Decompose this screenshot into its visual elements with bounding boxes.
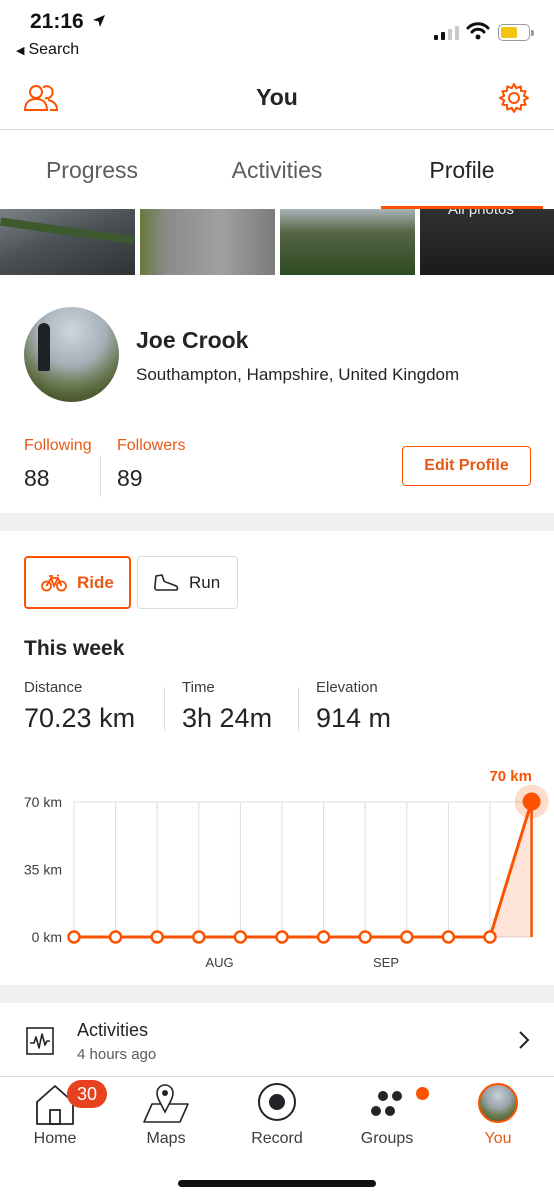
chart-point [441, 930, 456, 944]
all-photos-label: All photos [448, 209, 514, 218]
edit-profile-button[interactable]: Edit Profile [402, 446, 531, 486]
tab-activities[interactable]: Activities [196, 131, 358, 209]
tab-record[interactable]: Record [222, 1078, 332, 1158]
photo-thumbnail[interactable] [280, 209, 415, 275]
status-bar: 21:16 ◀ Search [0, 0, 554, 66]
chart-point [483, 930, 497, 944]
weekly-distance-chart[interactable]: 0 km 35 km 70 km AUG SEP 70 km [0, 761, 554, 985]
elevation-value: 914 m [316, 703, 392, 733]
avatar [478, 1083, 518, 1123]
chart-point [108, 930, 123, 944]
chart-current-value-label: 70 km [489, 768, 532, 785]
followers-count[interactable]: 89 [117, 465, 143, 492]
bottom-tab-bar: 30 Home Maps Record Groups You [0, 1078, 554, 1170]
chart-y-tick-label: 70 km [24, 794, 62, 810]
chart-y-tick-label: 35 km [24, 862, 62, 878]
followers-label[interactable]: Followers [117, 437, 185, 455]
stat-divider [100, 455, 101, 497]
notification-badge: 30 [67, 1080, 107, 1108]
following-count[interactable]: 88 [24, 465, 50, 492]
following-label[interactable]: Following [24, 437, 92, 455]
groups-notification-dot [416, 1087, 429, 1100]
distance-value: 70.23 km [24, 703, 136, 733]
all-photos-tile[interactable]: All photos [420, 209, 554, 275]
status-time: 21:16 [30, 10, 84, 33]
tab-profile-label: Profile [429, 157, 495, 183]
tab-profile[interactable]: Profile [381, 131, 543, 209]
section-divider [0, 513, 554, 531]
chart-current-point [522, 792, 541, 811]
cellular-signal-icon [434, 26, 459, 40]
tab-maps-label: Maps [146, 1130, 186, 1147]
tab-record-label: Record [251, 1130, 303, 1147]
chart-x-tick-label: SEP [373, 955, 399, 970]
chart-point [275, 930, 289, 944]
run-toggle-button[interactable]: Run [137, 556, 238, 609]
tab-activities-label: Activities [231, 157, 323, 183]
back-triangle-icon: ◀ [16, 44, 25, 57]
profile-section: Joe Crook Southampton, Hampshire, United… [0, 275, 554, 513]
home-indicator [178, 1180, 376, 1187]
weekly-summary: Ride Run This week Distance 70.23 km Tim… [0, 531, 554, 985]
record-icon [258, 1083, 296, 1121]
elevation-label: Elevation [316, 679, 378, 696]
time-label: Time [182, 679, 215, 696]
time-value: 3h 24m [182, 703, 273, 733]
map-pin-icon [143, 1084, 189, 1123]
chart-point [150, 930, 164, 944]
stat-divider [164, 687, 165, 731]
chart-point [192, 930, 206, 944]
chart-point [358, 930, 372, 944]
activity-pulse-icon [26, 1027, 54, 1055]
tab-you[interactable]: You [443, 1078, 553, 1158]
run-label: Run [189, 572, 221, 592]
chart-point [67, 930, 81, 944]
activities-row[interactable]: Activities 4 hours ago [0, 1003, 554, 1077]
stat-divider [298, 687, 299, 731]
chart-point [233, 930, 248, 944]
photo-thumbnail[interactable] [0, 209, 135, 275]
tab-groups-label: Groups [360, 1130, 414, 1147]
profile-tabs: Progress Activities Profile [0, 131, 554, 209]
chart-point [316, 930, 331, 944]
chart-point [400, 930, 414, 944]
ride-toggle-button[interactable]: Ride [24, 556, 131, 609]
chevron-right-icon [519, 1031, 530, 1049]
nav-header: You [0, 66, 554, 130]
section-divider [0, 985, 554, 1003]
tab-progress[interactable]: Progress [11, 131, 173, 209]
battery-icon [498, 24, 534, 41]
profile-name: Joe Crook [136, 327, 249, 353]
groups-icon [371, 1091, 402, 1116]
ride-label: Ride [77, 572, 114, 592]
tab-maps[interactable]: Maps [111, 1078, 221, 1158]
tab-you-label: You [484, 1130, 512, 1147]
page-title: You [256, 84, 298, 110]
avatar[interactable] [24, 307, 119, 402]
running-shoe-icon [154, 573, 179, 591]
chart-y-tick-label: 0 km [32, 929, 62, 945]
activities-row-title: Activities [77, 1020, 149, 1040]
bicycle-icon [41, 574, 67, 591]
tab-home-label: Home [33, 1130, 77, 1147]
back-label: Search [28, 41, 80, 58]
settings-gear-icon[interactable] [498, 82, 530, 114]
profile-location: Southampton, Hampshire, United Kingdom [136, 365, 460, 384]
chart-grid-frame [73, 801, 533, 938]
chart-x-tick-label: AUG [206, 955, 234, 970]
chart-series-line [74, 801, 534, 939]
activities-row-subtitle: 4 hours ago [77, 1046, 157, 1063]
wifi-icon [466, 22, 490, 40]
distance-label: Distance [24, 679, 83, 696]
this-week-heading: This week [24, 637, 125, 660]
location-arrow-icon [93, 15, 105, 27]
back-to-search-link[interactable]: ◀ Search [16, 41, 79, 59]
tab-home[interactable]: 30 Home [0, 1078, 110, 1158]
photo-thumbnail[interactable] [140, 209, 275, 275]
tab-progress-label: Progress [45, 157, 139, 183]
photo-strip: All photos [0, 209, 554, 275]
